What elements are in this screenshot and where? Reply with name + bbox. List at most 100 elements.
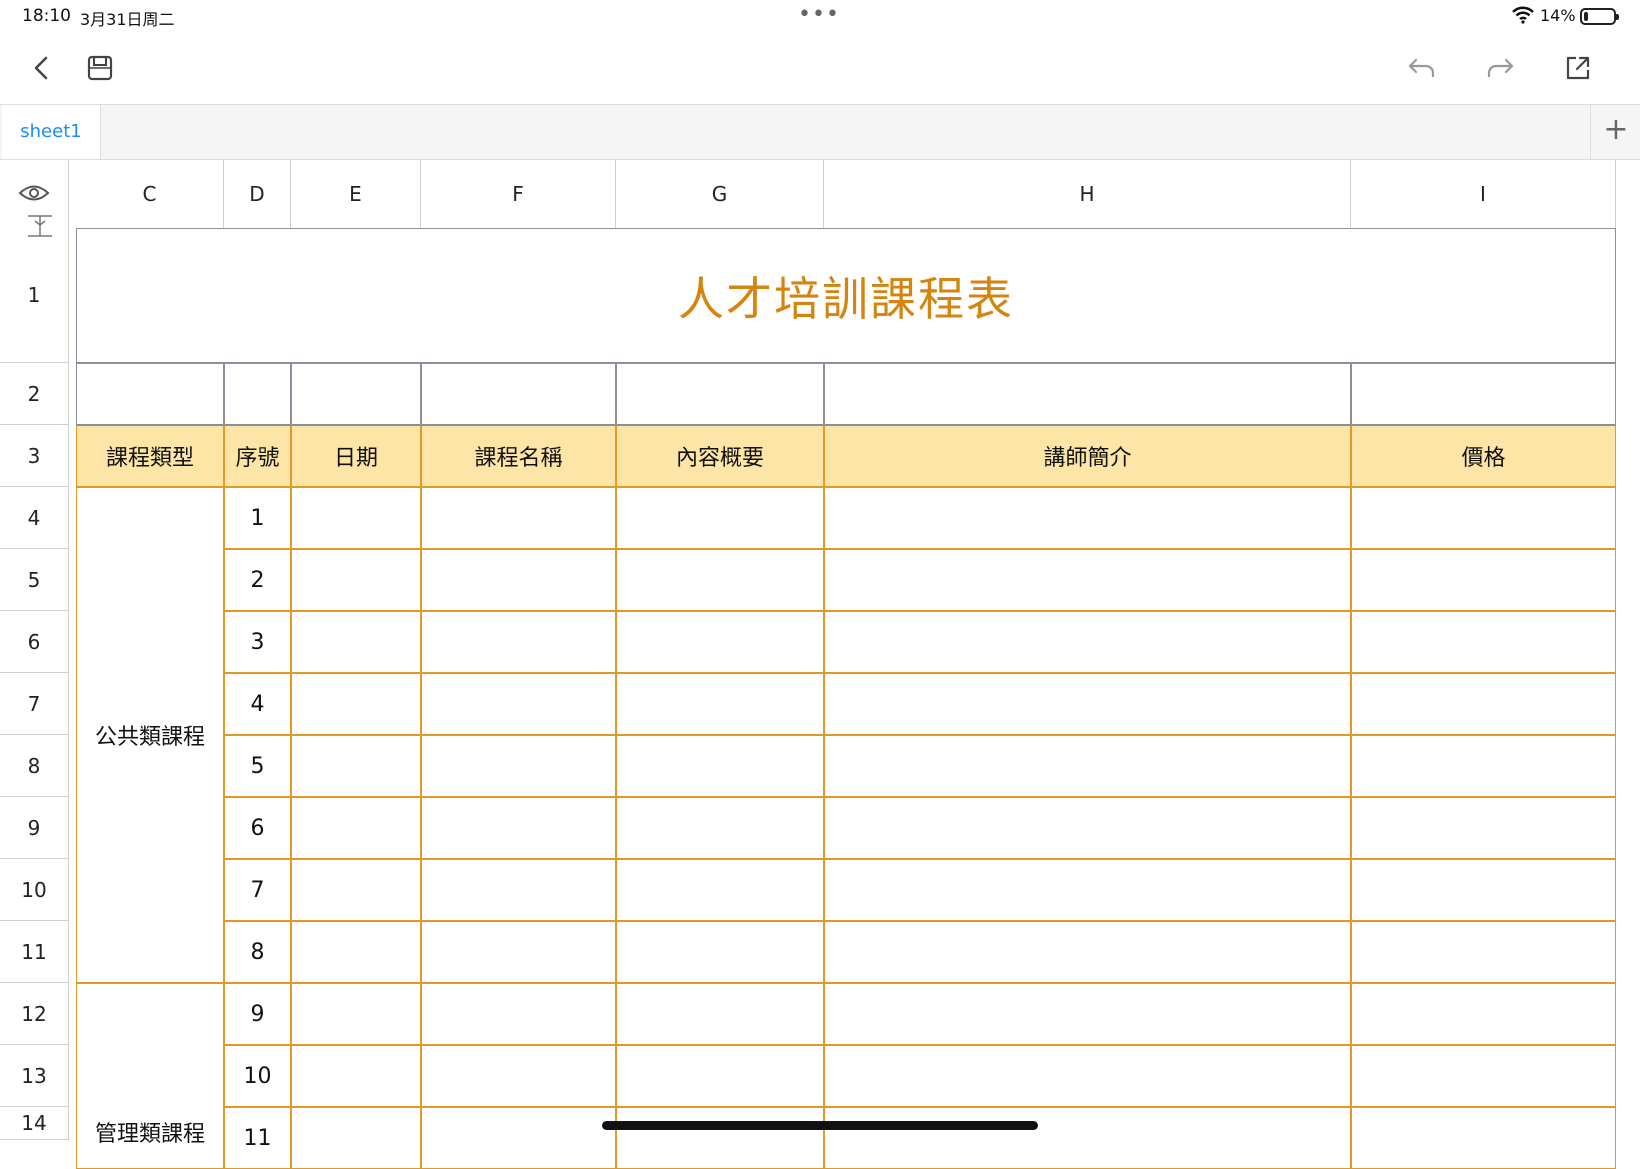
table-cell[interactable] <box>824 1045 1351 1107</box>
row-header-11[interactable]: 11 <box>0 921 68 983</box>
table-cell[interactable] <box>616 1107 824 1169</box>
table-cell[interactable] <box>421 921 616 983</box>
table-header-cell[interactable]: 課程名稱 <box>421 425 616 487</box>
category-cell[interactable]: 公共類課程 <box>76 487 224 983</box>
tab-sheet1[interactable]: sheet1 <box>2 105 101 159</box>
column-header-f[interactable]: F <box>421 160 616 228</box>
column-header-c[interactable]: C <box>76 160 224 228</box>
table-cell[interactable] <box>291 549 421 611</box>
table-cell[interactable] <box>616 735 824 797</box>
column-header-g[interactable]: G <box>616 160 824 228</box>
row-header-13[interactable]: 13 <box>0 1045 68 1107</box>
row-header-5[interactable]: 5 <box>0 549 68 611</box>
table-cell[interactable] <box>421 487 616 549</box>
empty-cell[interactable] <box>824 363 1351 425</box>
table-header-cell[interactable]: 課程類型 <box>76 425 224 487</box>
table-cell[interactable] <box>1351 983 1616 1045</box>
undo-icon[interactable] <box>1404 50 1440 86</box>
table-cell[interactable] <box>421 549 616 611</box>
table-cell[interactable] <box>1351 797 1616 859</box>
column-header-d[interactable]: D <box>224 160 291 228</box>
title-cell[interactable]: 人才培訓課程表 <box>76 228 1616 363</box>
column-header-i[interactable]: I <box>1351 160 1616 228</box>
table-cell[interactable] <box>616 797 824 859</box>
table-cell[interactable] <box>421 735 616 797</box>
column-header-h[interactable]: H <box>824 160 1351 228</box>
sequence-number-cell[interactable]: 7 <box>224 859 291 921</box>
empty-cell[interactable] <box>224 363 291 425</box>
table-cell[interactable] <box>291 859 421 921</box>
sequence-number-cell[interactable]: 1 <box>224 487 291 549</box>
more-dots-icon[interactable]: ••• <box>798 2 840 27</box>
empty-cell[interactable] <box>421 363 616 425</box>
add-sheet-button[interactable]: + <box>1590 105 1640 159</box>
sequence-number-cell[interactable]: 6 <box>224 797 291 859</box>
table-cell[interactable] <box>824 487 1351 549</box>
table-cell[interactable] <box>1351 1107 1616 1169</box>
table-cell[interactable] <box>291 611 421 673</box>
column-header-e[interactable]: E <box>291 160 421 228</box>
table-cell[interactable] <box>1351 1045 1616 1107</box>
sequence-number-cell[interactable]: 8 <box>224 921 291 983</box>
row-header-4[interactable]: 4 <box>0 487 68 549</box>
row-header-8[interactable]: 8 <box>0 735 68 797</box>
table-cell[interactable] <box>291 797 421 859</box>
table-cell[interactable] <box>824 797 1351 859</box>
table-cell[interactable] <box>1351 611 1616 673</box>
table-cell[interactable] <box>616 611 824 673</box>
table-cell[interactable] <box>616 549 824 611</box>
share-icon[interactable] <box>1560 50 1596 86</box>
table-cell[interactable] <box>1351 673 1616 735</box>
empty-cell[interactable] <box>616 363 824 425</box>
table-cell[interactable] <box>1351 921 1616 983</box>
table-cell[interactable] <box>421 611 616 673</box>
table-cell[interactable] <box>1351 735 1616 797</box>
row-header-10[interactable]: 10 <box>0 859 68 921</box>
table-cell[interactable] <box>421 1107 616 1169</box>
sequence-number-cell[interactable]: 4 <box>224 673 291 735</box>
table-header-cell[interactable]: 內容概要 <box>616 425 824 487</box>
table-cell[interactable] <box>616 487 824 549</box>
redo-icon[interactable] <box>1482 50 1518 86</box>
table-cell[interactable] <box>824 1107 1351 1169</box>
category-cell[interactable]: 管理類課程 <box>76 983 224 1169</box>
table-cell[interactable] <box>291 735 421 797</box>
table-cell[interactable] <box>1351 549 1616 611</box>
table-cell[interactable] <box>616 921 824 983</box>
row-header-9[interactable]: 9 <box>0 797 68 859</box>
table-cell[interactable] <box>824 611 1351 673</box>
table-header-cell[interactable]: 序號 <box>224 425 291 487</box>
row-header-14[interactable]: 14 <box>0 1107 68 1140</box>
back-icon[interactable] <box>24 50 60 86</box>
table-cell[interactable] <box>824 673 1351 735</box>
row-header-3[interactable]: 3 <box>0 425 68 487</box>
table-cell[interactable] <box>421 797 616 859</box>
table-cell[interactable] <box>421 983 616 1045</box>
sequence-number-cell[interactable]: 10 <box>224 1045 291 1107</box>
sequence-number-cell[interactable]: 2 <box>224 549 291 611</box>
table-header-cell[interactable]: 講師簡介 <box>824 425 1351 487</box>
row-header-1[interactable]: 1 <box>0 228 68 363</box>
table-cell[interactable] <box>824 921 1351 983</box>
table-header-cell[interactable]: 價格 <box>1351 425 1616 487</box>
table-cell[interactable] <box>1351 487 1616 549</box>
empty-cell[interactable] <box>1351 363 1616 425</box>
table-cell[interactable] <box>421 859 616 921</box>
table-cell[interactable] <box>291 921 421 983</box>
table-header-cell[interactable]: 日期 <box>291 425 421 487</box>
row-header-12[interactable]: 12 <box>0 983 68 1045</box>
table-cell[interactable] <box>291 487 421 549</box>
sequence-number-cell[interactable]: 9 <box>224 983 291 1045</box>
table-cell[interactable] <box>291 673 421 735</box>
empty-cell[interactable] <box>76 363 224 425</box>
row-header-7[interactable]: 7 <box>0 673 68 735</box>
row-header-6[interactable]: 6 <box>0 611 68 673</box>
table-cell[interactable] <box>824 859 1351 921</box>
table-cell[interactable] <box>616 673 824 735</box>
table-cell[interactable] <box>824 983 1351 1045</box>
table-cell[interactable] <box>616 859 824 921</box>
sequence-number-cell[interactable]: 11 <box>224 1107 291 1169</box>
table-cell[interactable] <box>616 983 824 1045</box>
visibility-eye-icon[interactable] <box>18 182 50 204</box>
row-header-2[interactable]: 2 <box>0 363 68 425</box>
